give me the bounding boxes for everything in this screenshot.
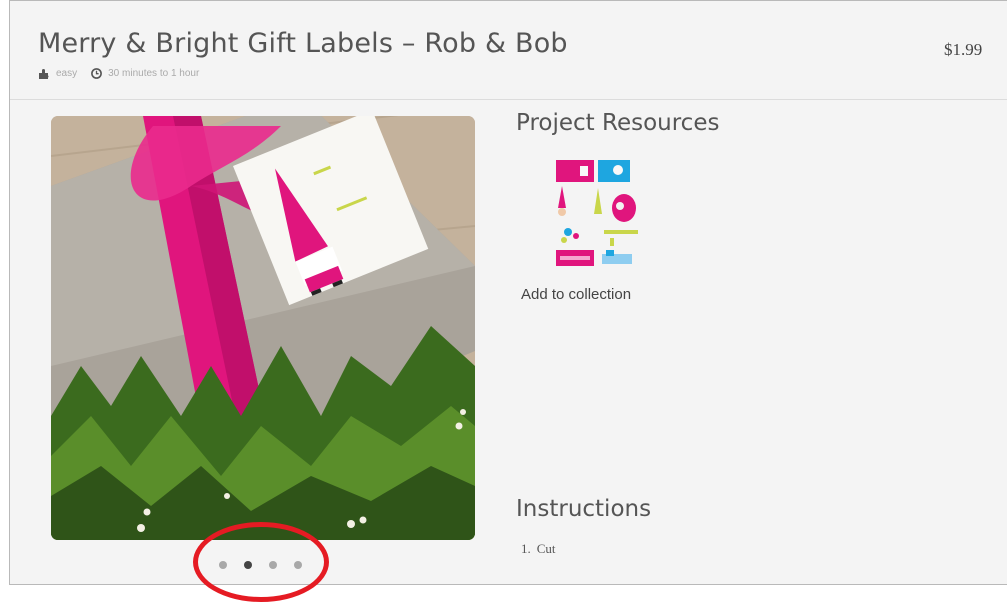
instructions-step: 1. Cut xyxy=(521,541,556,557)
instructions-heading: Instructions xyxy=(516,496,652,522)
duration-info: 30 minutes to 1 hour xyxy=(91,68,199,79)
puzzle-piece-icon xyxy=(39,68,49,79)
step-text: Cut xyxy=(536,541,556,556)
highlight-annotation xyxy=(193,522,329,602)
project-photo[interactable] xyxy=(51,116,475,540)
difficulty-info: easy xyxy=(38,68,77,79)
header-divider xyxy=(10,99,1007,100)
duration-label: 30 minutes to 1 hour xyxy=(108,68,200,79)
resources-heading: Project Resources xyxy=(516,110,720,136)
step-number: 1. xyxy=(521,541,531,556)
project-meta: easy 30 minutes to 1 hour xyxy=(38,68,213,79)
project-title: Merry & Bright Gift Labels – Rob & Bob xyxy=(38,28,568,59)
add-to-collection-link[interactable]: Add to collection xyxy=(521,286,631,303)
project-price: $1.99 xyxy=(944,40,983,59)
resource-thumbnail[interactable] xyxy=(552,158,646,272)
clock-icon xyxy=(91,68,103,79)
difficulty-label: easy xyxy=(56,68,78,79)
